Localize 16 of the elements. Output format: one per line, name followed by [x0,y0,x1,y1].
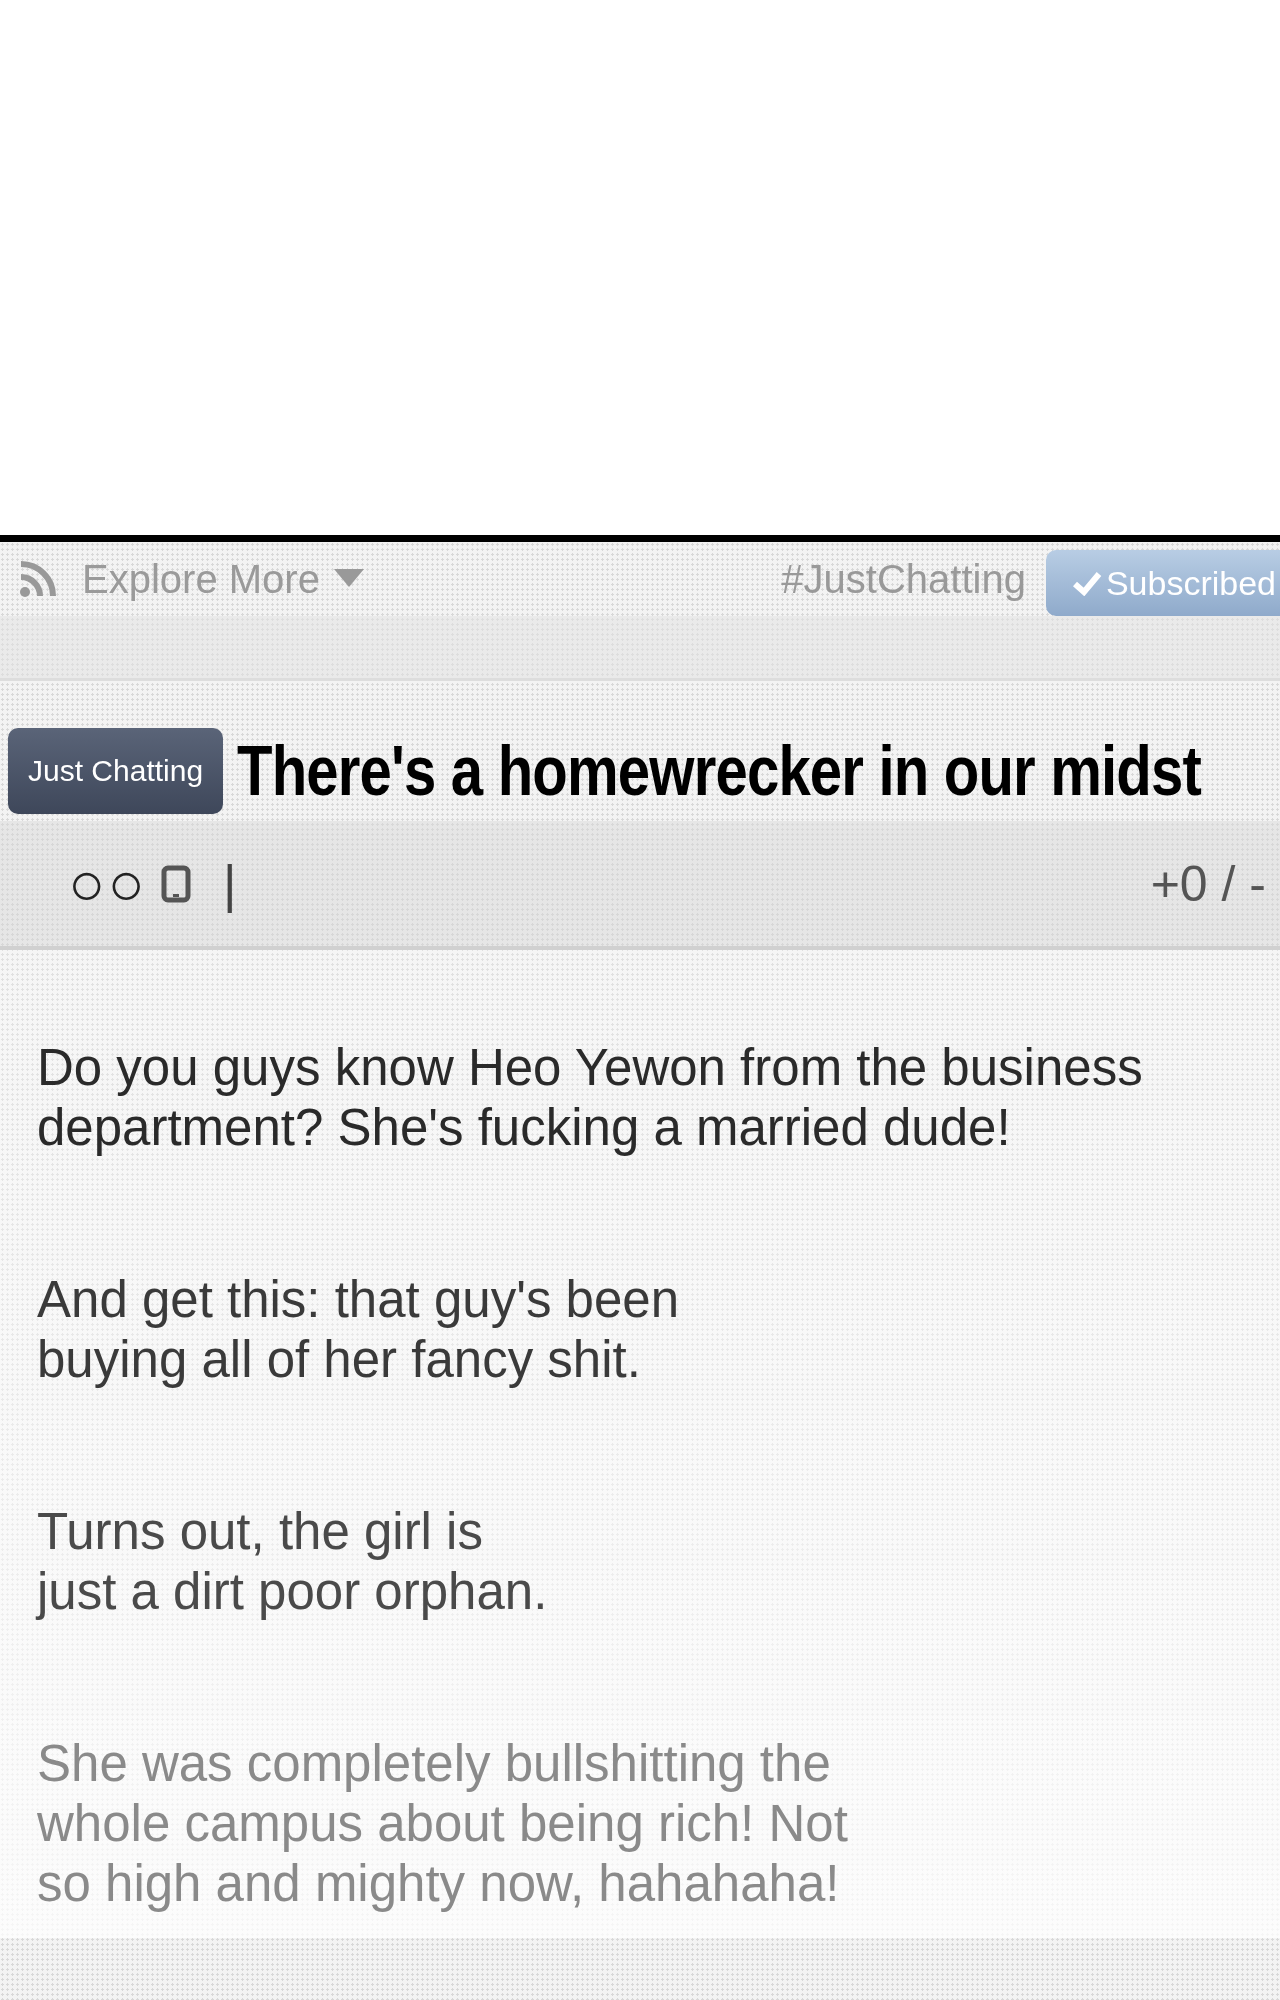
post-paragraph: Turns out, the girl is just a dirt poor orphan. [37,1502,549,1622]
explore-more-link[interactable]: Explore More [82,556,320,602]
hashtag-link[interactable]: #JustChatting [781,556,1026,602]
tablet-icon [160,864,191,903]
checkmark-icon [1071,570,1102,596]
rss-icon [18,559,58,599]
post-title: There's a homewrecker in our midst [237,731,1202,811]
vote-score: +0 / - [1150,854,1266,913]
post-paragraph: She was completely bullshitting the whole campus about being rich! Not so high and mighty now, hahahaha! [37,1734,849,1914]
post-paragraph: Do you guys know Heo Yewon from the business department? She's fucking a married dude! [37,1038,1144,1158]
subscribed-button[interactable]: Subscribed [1045,550,1280,616]
post-paragraph: And get this: that guy's been buying all of her fancy shit. [37,1270,680,1390]
circle-icons: ○○ [68,848,147,919]
separator-mark: | [222,853,237,914]
category-badge[interactable]: Just Chatting [8,728,224,814]
dropdown-caret-icon[interactable] [333,569,364,589]
